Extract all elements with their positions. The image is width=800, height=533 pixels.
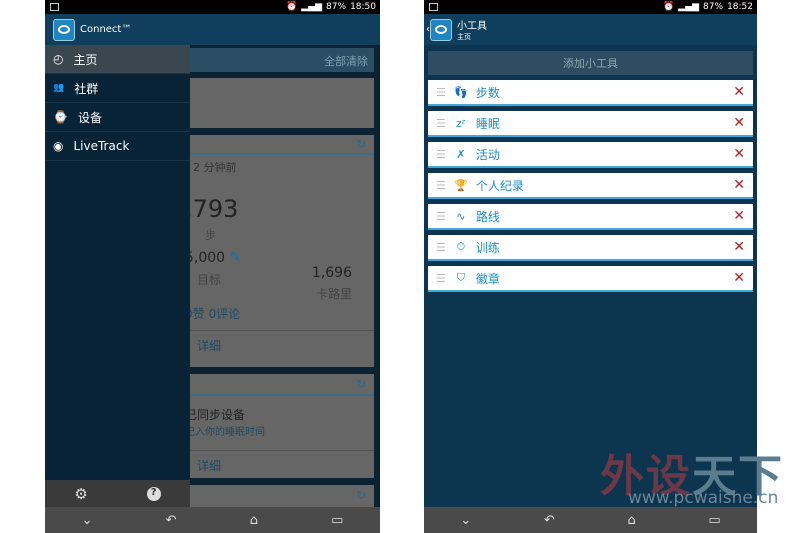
battery-level: 87% bbox=[326, 2, 347, 12]
widget-label: 个人纪录 bbox=[475, 178, 524, 193]
drawer-item-label: 主页 bbox=[73, 52, 98, 67]
remove-icon[interactable]: ✕ bbox=[733, 146, 745, 162]
activity-icon: ✗ bbox=[456, 147, 466, 161]
edit-icon[interactable]: ✎ bbox=[230, 250, 242, 266]
hide-keyboard-icon[interactable]: ⌄ bbox=[82, 513, 93, 528]
drawer-item-home[interactable]: ◴ 主页 bbox=[45, 45, 190, 74]
refresh-icon[interactable]: ↻ bbox=[185, 374, 374, 396]
drag-handle-icon[interactable]: ☰ bbox=[436, 179, 446, 192]
widget-item[interactable]: ☰ 🏆 个人纪录 ✕ bbox=[428, 173, 753, 199]
route-icon: ∿ bbox=[456, 209, 466, 223]
action-bar: ‹ 小工具 主页 bbox=[424, 14, 757, 45]
watch-icon: ⌚ bbox=[53, 110, 68, 124]
page-subtitle: 主页 bbox=[457, 33, 471, 41]
refresh-icon[interactable]: ↻ bbox=[185, 135, 374, 155]
hide-keyboard-icon[interactable]: ⌄ bbox=[460, 513, 471, 528]
image-icon bbox=[429, 3, 438, 11]
drag-handle-icon[interactable]: ☰ bbox=[436, 210, 446, 223]
battery-level: 87% bbox=[703, 2, 724, 12]
system-nav-bar: ⌄ ↶ ⌂ ▭ bbox=[45, 507, 380, 533]
home-icon[interactable]: ⌂ bbox=[627, 513, 635, 528]
widget-item[interactable]: ☰ ⏱ 训练 ✕ bbox=[428, 235, 753, 261]
widget-label: 路线 bbox=[475, 209, 500, 224]
status-bar: ⏰ ▂▄▆ 87% 18:50 bbox=[45, 0, 380, 14]
goal-value: 5,000 bbox=[185, 250, 226, 266]
badge-icon: ⛉ bbox=[456, 271, 465, 284]
status-bar: ⏰ ▂▄▆ 87% 18:52 bbox=[424, 0, 757, 14]
drawer-item-livetrack[interactable]: ◉ LiveTrack bbox=[45, 132, 190, 161]
widget-label: 步数 bbox=[475, 85, 500, 100]
calories-label: 卡路里 bbox=[315, 287, 352, 301]
page-title: 小工具 bbox=[457, 21, 487, 32]
details-link[interactable]: 详细 bbox=[185, 330, 374, 360]
details-link[interactable]: 详细 bbox=[185, 450, 374, 480]
sync-title: 已同步设备 bbox=[185, 408, 246, 422]
signal-icon: ▂▄▆ bbox=[678, 2, 700, 12]
clear-all-button[interactable]: 全部清除 bbox=[324, 55, 368, 68]
remove-icon[interactable]: ✕ bbox=[733, 239, 745, 255]
drawer-item-devices[interactable]: ⌚ 设备 bbox=[45, 103, 190, 132]
social-stats[interactable]: 0赞 0评论 bbox=[185, 305, 240, 322]
home-icon[interactable]: ⌂ bbox=[250, 513, 258, 528]
widget-item[interactable]: ☰ ✗ 活动 ✕ bbox=[428, 142, 753, 168]
calories-value: 1,696 bbox=[311, 265, 352, 281]
signal-icon: ▂▄▆ bbox=[301, 2, 323, 12]
recents-icon[interactable]: ▭ bbox=[331, 513, 343, 528]
remove-icon[interactable]: ✕ bbox=[733, 84, 745, 100]
steps-unit: 步 bbox=[205, 229, 216, 242]
remove-icon[interactable]: ✕ bbox=[733, 115, 745, 131]
image-icon bbox=[50, 3, 59, 11]
app-logo[interactable] bbox=[53, 18, 75, 41]
sleep-icon: zᶻ bbox=[455, 116, 466, 130]
remove-icon[interactable]: ✕ bbox=[733, 208, 745, 224]
people-icon: 👥 bbox=[53, 83, 65, 93]
stopwatch-icon: ⏱ bbox=[456, 240, 466, 253]
system-nav-bar: ⌄ ↶ ⌂ ▭ bbox=[424, 507, 757, 533]
app-logo[interactable] bbox=[430, 18, 452, 41]
steps-value: ,793 bbox=[185, 195, 239, 223]
widget-item[interactable]: ☰ ⛉ 徽章 ✕ bbox=[428, 266, 753, 292]
footprints-icon: 👣 bbox=[454, 85, 468, 99]
widget-item[interactable]: ☰ ∿ 路线 ✕ bbox=[428, 204, 753, 230]
app-title: Connect™ bbox=[80, 24, 132, 35]
back-icon[interactable]: ↶ bbox=[166, 513, 177, 528]
drawer-item-community[interactable]: 👥 社群 bbox=[45, 74, 190, 103]
drag-handle-icon[interactable]: ☰ bbox=[436, 241, 446, 254]
recents-icon[interactable]: ▭ bbox=[708, 513, 720, 528]
help-icon[interactable]: ? bbox=[146, 486, 161, 501]
alarm-icon: ⏰ bbox=[663, 2, 675, 12]
navigation-drawer: ◴ 主页 👥 社群 ⌚ 设备 ◉ LiveTrack ⚙? bbox=[45, 45, 190, 507]
add-widget-button[interactable]: 添加小工具 bbox=[428, 51, 753, 75]
drawer-item-label: 社群 bbox=[74, 81, 99, 96]
drag-handle-icon[interactable]: ☰ bbox=[436, 148, 446, 161]
dashboard-icon: ◴ bbox=[53, 52, 64, 66]
action-bar: Connect™ bbox=[45, 14, 380, 45]
watermark-url: www.pcwaishe.cn bbox=[628, 488, 779, 508]
trophy-icon: 🏆 bbox=[454, 178, 468, 192]
drag-handle-icon[interactable]: ☰ bbox=[436, 117, 446, 130]
back-icon[interactable]: ↶ bbox=[544, 513, 555, 528]
widget-label: 徽章 bbox=[475, 271, 500, 286]
alarm-icon: ⏰ bbox=[286, 2, 298, 12]
refresh-icon[interactable]: ↻ bbox=[185, 485, 374, 507]
sync-subtitle: 记入你的睡眠时间 bbox=[185, 427, 265, 438]
drag-handle-icon[interactable]: ☰ bbox=[436, 272, 446, 285]
eye-icon: ◉ bbox=[53, 139, 64, 153]
widget-label: 睡眠 bbox=[475, 116, 500, 131]
widget-item[interactable]: ☰ zᶻ 睡眠 ✕ bbox=[428, 111, 753, 137]
status-time: 18:52 bbox=[727, 2, 753, 12]
remove-icon[interactable]: ✕ bbox=[733, 270, 745, 286]
goal-label: 目标 bbox=[197, 273, 222, 287]
remove-icon[interactable]: ✕ bbox=[733, 177, 745, 193]
left-phone: ⏰ ▂▄▆ 87% 18:50 Connect™ 全部清除 ↻ 2 分钟前 ,793 … bbox=[45, 0, 380, 533]
drag-handle-icon[interactable]: ☰ bbox=[436, 86, 446, 99]
time-ago: 2 分钟前 bbox=[193, 161, 237, 174]
gear-icon[interactable]: ⚙ bbox=[74, 485, 87, 503]
drawer-item-label: 设备 bbox=[77, 110, 102, 125]
drawer-item-label: LiveTrack bbox=[73, 139, 130, 153]
widget-label: 训练 bbox=[475, 240, 500, 255]
widget-item[interactable]: ☰ 👣 步数 ✕ bbox=[428, 80, 753, 106]
status-time: 18:50 bbox=[350, 2, 376, 12]
widget-label: 活动 bbox=[475, 147, 500, 162]
